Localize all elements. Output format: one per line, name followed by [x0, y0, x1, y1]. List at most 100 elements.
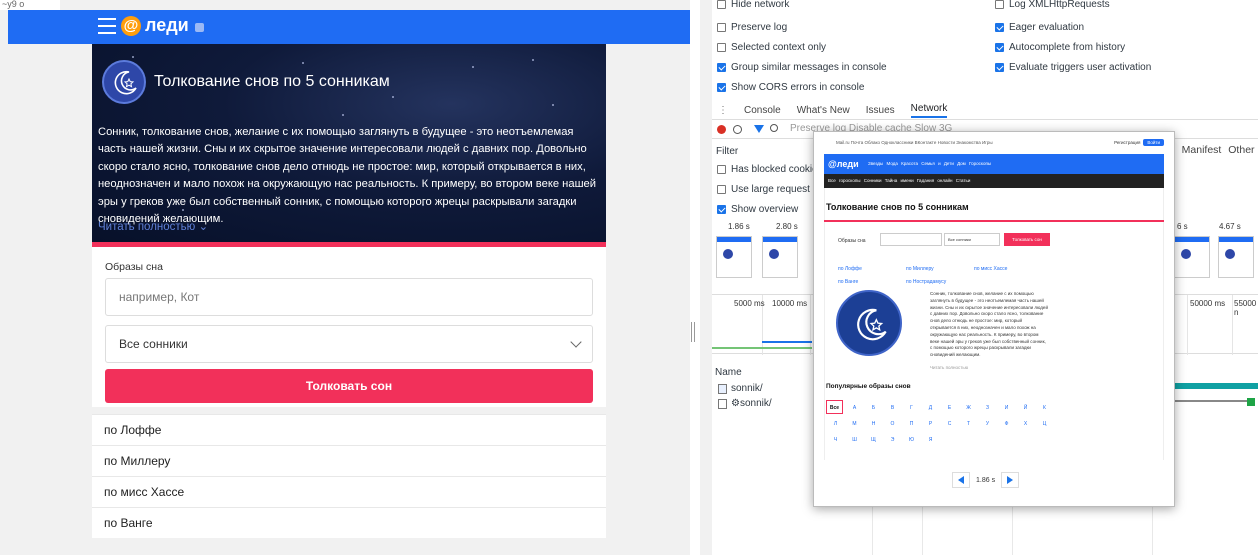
- mobile-viewport: ~у9 о @ леди Толкование снов по 5 сонник…: [0, 0, 690, 555]
- checkbox[interactable]: [995, 63, 1004, 72]
- setting-hide-network[interactable]: Hide network: [717, 0, 789, 10]
- option-label: Show overview: [731, 204, 799, 215]
- checkbox[interactable]: [717, 0, 726, 9]
- hero-banner: Толкование снов по 5 сонникам Сонник, то…: [92, 44, 606, 244]
- checkbox[interactable]: [717, 165, 726, 174]
- preview-login-button: Войти: [1143, 139, 1164, 146]
- gear-icon: ⚙: [731, 398, 740, 409]
- option-label: Has blocked cookies: [731, 164, 823, 175]
- frame-thumbnail[interactable]: [762, 236, 798, 278]
- interpret-button[interactable]: Толковать сон: [105, 369, 593, 403]
- preview-letter: О: [890, 421, 895, 427]
- checkbox[interactable]: [717, 63, 726, 72]
- preview-letter: Э: [890, 437, 895, 443]
- frame-thumbnail[interactable]: [1218, 236, 1254, 278]
- setting-cors-errors[interactable]: Show CORS errors in console: [717, 82, 864, 93]
- checkbox[interactable]: [995, 0, 1004, 9]
- setting-user-activation[interactable]: Evaluate triggers user activation: [995, 62, 1151, 73]
- next-frame-button[interactable]: [1001, 472, 1020, 488]
- preview-portal-links: Mail.ru Почта Облако Одноклассники ВКонт…: [836, 140, 993, 145]
- preview-letter: Б: [871, 405, 876, 411]
- checkbox[interactable]: [717, 23, 726, 32]
- resize-handle[interactable]: [691, 322, 695, 342]
- setting-label: Autocomplete from history: [1009, 42, 1126, 53]
- preview-letter: Н: [871, 421, 876, 427]
- option-show-overview[interactable]: Show overview: [717, 204, 798, 215]
- preview-letter: Д: [928, 405, 933, 411]
- dream-input[interactable]: [105, 278, 593, 316]
- clear-icon[interactable]: [733, 125, 742, 134]
- pane-divider: [700, 0, 712, 555]
- preview-letter: Й: [1023, 405, 1028, 411]
- preview-form: Образы сна Все сонники Толковать сон: [824, 228, 1164, 252]
- setting-label: Preserve log: [731, 22, 788, 33]
- read-more-link[interactable]: Читать полностью ⌄: [98, 219, 208, 233]
- checkbox[interactable]: [995, 23, 1004, 32]
- sonnik-item[interactable]: по Лоффе: [92, 414, 606, 445]
- preview-letter: М: [852, 421, 857, 427]
- preview-subnav: Все гороскопы Сонники Тайна имени Гадани…: [824, 174, 1164, 188]
- setting-eager-eval[interactable]: Eager evaluation: [995, 22, 1084, 33]
- sonnik-list: по Лоффе по Миллеру по мисс Хассе по Ван…: [92, 414, 606, 538]
- frame-time: 1.86 s: [728, 222, 750, 231]
- frame-time: 6 s: [1177, 222, 1188, 231]
- preview-select: Все сонники: [944, 233, 1000, 246]
- tab-network[interactable]: Network: [910, 103, 948, 118]
- menu-icon[interactable]: [98, 18, 116, 34]
- sonnik-select[interactable]: Все сонники: [105, 325, 593, 363]
- preview-link: по Миллеру: [906, 266, 934, 272]
- logo-text: леди: [145, 15, 189, 35]
- preview-letter: Х: [1023, 421, 1028, 427]
- request-row[interactable]: ⚙ sonnik/: [718, 398, 772, 409]
- filter-label: Filter: [716, 146, 739, 157]
- previous-frame-button[interactable]: [952, 472, 970, 488]
- preview-input: [880, 233, 942, 246]
- preview-register: Регистрация: [1114, 140, 1141, 145]
- checkbox[interactable]: [717, 83, 726, 92]
- frame-time: 4.67 s: [1219, 222, 1241, 231]
- setting-log-xhr[interactable]: Log XMLHttpRequests: [995, 0, 1110, 10]
- search-icon[interactable]: [770, 124, 778, 132]
- sonnik-item[interactable]: по Ванге: [92, 507, 606, 538]
- preview-letter: Е: [947, 405, 952, 411]
- filter-icon[interactable]: [754, 125, 764, 133]
- chevron-down-icon: [570, 336, 582, 348]
- setting-label: Log XMLHttpRequests: [1009, 0, 1110, 10]
- setting-autocomplete[interactable]: Autocomplete from history: [995, 42, 1125, 53]
- frame-thumbnail[interactable]: [716, 236, 752, 278]
- setting-selected-context[interactable]: Selected context only: [717, 42, 826, 53]
- setting-label: Eager evaluation: [1009, 22, 1085, 33]
- setting-preserve-log[interactable]: Preserve log: [717, 22, 787, 33]
- setting-group-similar[interactable]: Group similar messages in console: [717, 62, 887, 73]
- preview-letter: К: [1043, 405, 1046, 411]
- preview-letter: П: [909, 421, 914, 427]
- checkbox[interactable]: [995, 43, 1004, 52]
- frame-thumbnail[interactable]: [1174, 236, 1210, 278]
- checkbox[interactable]: [717, 185, 726, 194]
- option-blocked-cookies[interactable]: Has blocked cookies: [717, 164, 823, 175]
- preview-form-label: Образы сна: [838, 238, 866, 244]
- checkbox[interactable]: [717, 43, 726, 52]
- checkbox[interactable]: [718, 398, 727, 409]
- tab-whats-new[interactable]: What's New: [797, 105, 850, 116]
- tab-issues[interactable]: Issues: [866, 105, 895, 116]
- site-logo[interactable]: @ леди: [121, 15, 204, 36]
- kebab-menu-icon[interactable]: ⋮: [718, 105, 728, 116]
- preview-title-line: [824, 220, 1164, 222]
- chevron-left-icon: [958, 476, 964, 484]
- preview-link: по Лоффе: [838, 266, 862, 272]
- name-column-header[interactable]: Name: [715, 367, 742, 378]
- timeline-tick: 10000 ms: [772, 299, 808, 308]
- waterfall-marker: [1247, 398, 1255, 406]
- at-logo-icon: @: [121, 15, 141, 36]
- sonnik-item[interactable]: по Миллеру: [92, 445, 606, 476]
- tab-console[interactable]: Console: [744, 105, 781, 116]
- moon-icon: [102, 60, 146, 104]
- sonnik-item[interactable]: по мисс Хассе: [92, 476, 606, 507]
- type-filter-tabs[interactable]: m Manifest Other: [1166, 144, 1255, 156]
- hero-description: Сонник, толкование снов, желание с их по…: [98, 126, 597, 226]
- record-icon[interactable]: [717, 125, 726, 134]
- request-row[interactable]: sonnik/: [718, 383, 763, 394]
- checkbox[interactable]: [717, 205, 726, 214]
- sonnik-select-value: Все сонники: [119, 337, 188, 351]
